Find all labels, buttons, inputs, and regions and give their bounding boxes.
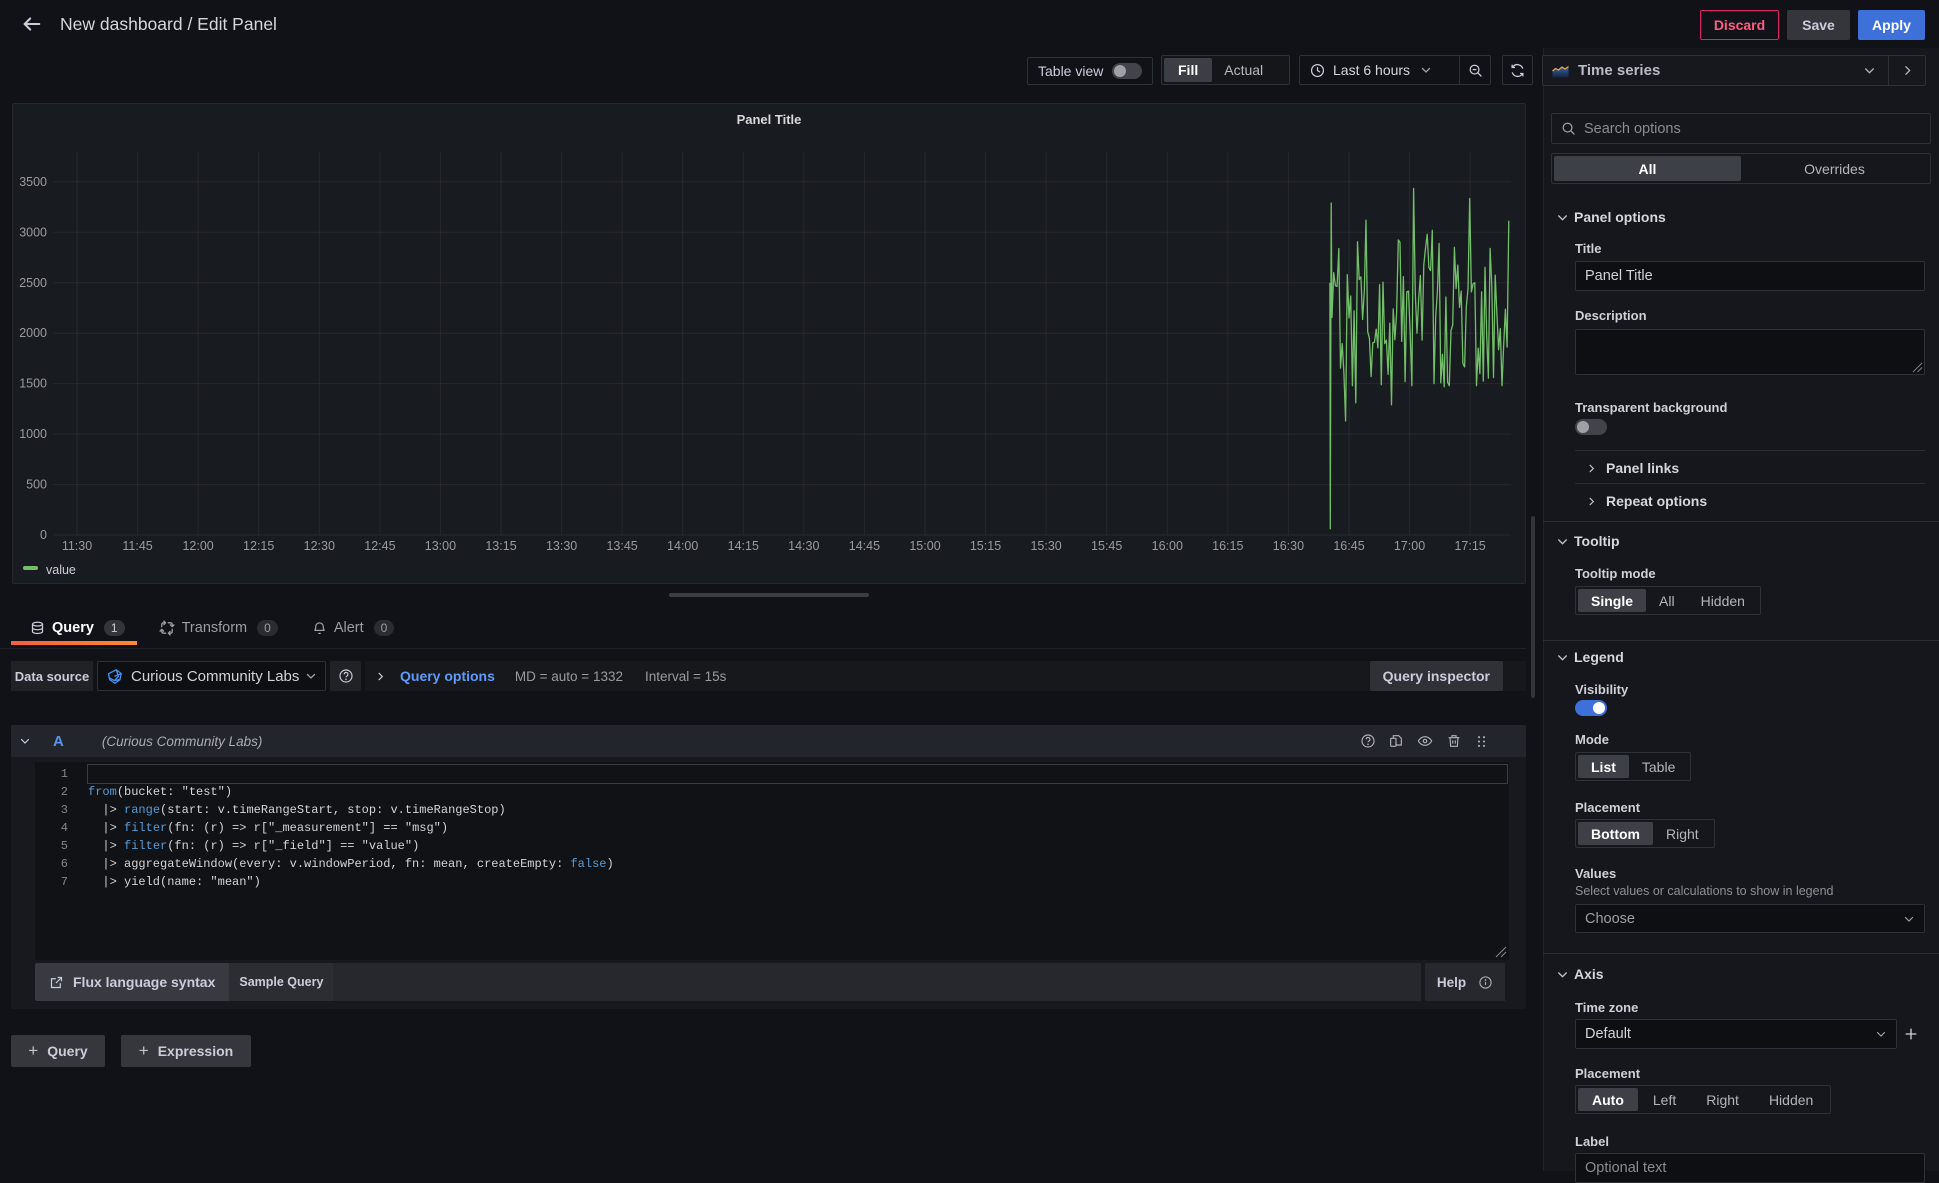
svg-text:12:15: 12:15: [243, 539, 274, 553]
svg-text:16:00: 16:00: [1152, 539, 1183, 553]
svg-text:1500: 1500: [19, 377, 47, 391]
svg-text:11:30: 11:30: [62, 539, 92, 553]
svg-text:11:45: 11:45: [122, 539, 152, 553]
svg-text:3000: 3000: [19, 225, 47, 239]
svg-text:13:15: 13:15: [485, 539, 516, 553]
svg-text:13:30: 13:30: [546, 539, 577, 553]
svg-text:14:00: 14:00: [667, 539, 698, 553]
svg-text:3500: 3500: [19, 175, 47, 189]
svg-text:15:00: 15:00: [909, 539, 940, 553]
svg-text:500: 500: [26, 478, 47, 492]
svg-text:14:30: 14:30: [788, 539, 819, 553]
svg-text:15:45: 15:45: [1091, 539, 1122, 553]
svg-text:17:15: 17:15: [1454, 539, 1485, 553]
svg-text:14:15: 14:15: [728, 539, 759, 553]
svg-text:0: 0: [40, 528, 47, 542]
svg-text:13:00: 13:00: [425, 539, 456, 553]
svg-text:2500: 2500: [19, 276, 47, 290]
svg-text:16:30: 16:30: [1273, 539, 1304, 553]
svg-text:13:45: 13:45: [606, 539, 637, 553]
svg-text:12:30: 12:30: [304, 539, 335, 553]
svg-text:16:15: 16:15: [1212, 539, 1243, 553]
svg-text:12:00: 12:00: [182, 539, 213, 553]
svg-text:value: value: [46, 563, 76, 577]
svg-text:16:45: 16:45: [1333, 539, 1364, 553]
svg-text:14:45: 14:45: [849, 539, 880, 553]
svg-text:17:00: 17:00: [1394, 539, 1425, 553]
svg-text:1000: 1000: [19, 427, 47, 441]
svg-text:12:45: 12:45: [364, 539, 395, 553]
svg-text:2000: 2000: [19, 326, 47, 340]
svg-text:15:30: 15:30: [1030, 539, 1061, 553]
svg-text:15:15: 15:15: [970, 539, 1001, 553]
